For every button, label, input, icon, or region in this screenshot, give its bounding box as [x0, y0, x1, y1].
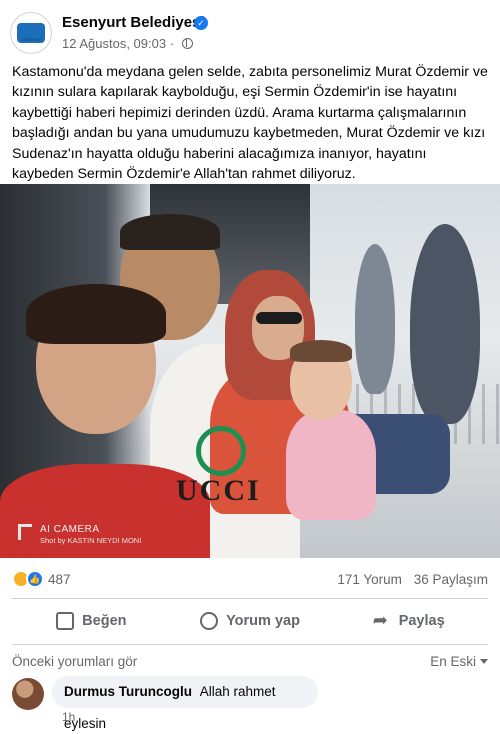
- like-button-label: Beğen: [82, 613, 127, 629]
- comments-header: Önceki yorumları gör En Eski: [12, 652, 488, 672]
- comment-sort-dropdown[interactable]: En Eski: [430, 654, 488, 669]
- post-header: ESENYURT Esenyurt Belediyesi ✓ 12 Ağusto…: [10, 10, 490, 56]
- divider: [12, 644, 488, 645]
- share-button[interactable]: Paylaş: [329, 604, 488, 638]
- shirt-logo-icon: [196, 426, 246, 476]
- post-meta: 12 Ağustos, 09:03 ·: [62, 36, 193, 51]
- post-photo[interactable]: UCCI AI CAMERA Shot by KASTIN NEYDI MONI: [0, 184, 500, 558]
- action-bar: Beğen Yorum yap Paylaş: [12, 604, 488, 638]
- comment-button-label: Yorum yap: [226, 613, 300, 629]
- camera-watermark-label: AI CAMERA: [40, 524, 100, 535]
- previous-comments-link[interactable]: Önceki yorumları gör: [12, 654, 137, 669]
- comment-button[interactable]: Yorum yap: [171, 604, 330, 638]
- globe-icon: [181, 38, 193, 49]
- page-avatar[interactable]: ESENYURT: [10, 12, 52, 54]
- divider: [12, 598, 488, 599]
- share-button-label: Paylaş: [398, 613, 445, 629]
- page-name[interactable]: Esenyurt Belediyesi: [62, 14, 205, 31]
- post-timestamp[interactable]: 12 Ağustos, 09:03: [62, 36, 166, 51]
- thumbs-up-icon: [56, 612, 75, 630]
- post-text: Kastamonu'da meydana gelen selde, zabıta…: [12, 64, 488, 183]
- page-logo-text: ESENYURT: [21, 37, 43, 42]
- background-person: [410, 224, 480, 424]
- chevron-down-icon: [480, 659, 488, 664]
- shirt-print-text: UCCI: [176, 474, 261, 507]
- stats-right: 171 Yorum 36 Paylaşım: [329, 572, 488, 587]
- man-hair: [120, 214, 220, 250]
- share-count[interactable]: 36 Paylaşım: [414, 572, 488, 587]
- post-stats: 👍 487 171 Yorum 36 Paylaşım: [12, 566, 488, 592]
- girl-hair: [26, 284, 166, 344]
- sunglasses: [256, 312, 302, 324]
- child-hair: [290, 340, 352, 362]
- verified-badge-icon: ✓: [194, 16, 208, 30]
- camera-watermark-icon: [18, 524, 32, 540]
- comment-count[interactable]: 171 Yorum: [337, 572, 402, 587]
- comment-time[interactable]: 1h: [62, 710, 75, 724]
- reaction-count[interactable]: 487: [48, 572, 71, 587]
- comment-author[interactable]: Durmus Turuncoglu: [64, 684, 192, 699]
- comment-author-avatar[interactable]: [12, 678, 44, 710]
- comment-icon: [200, 612, 219, 630]
- camera-watermark-credit: Shot by KASTIN NEYDI MONI: [40, 536, 142, 545]
- share-icon: [373, 610, 391, 631]
- background-person: [355, 244, 395, 394]
- like-button[interactable]: Beğen: [12, 604, 171, 638]
- comment-sort-label: En Eski: [430, 654, 476, 669]
- like-reaction-icon[interactable]: 👍: [26, 570, 44, 588]
- comment-bubble: Durmus Turuncoglu Allah rahmet eylesin: [52, 676, 318, 731]
- child-body: [286, 410, 376, 520]
